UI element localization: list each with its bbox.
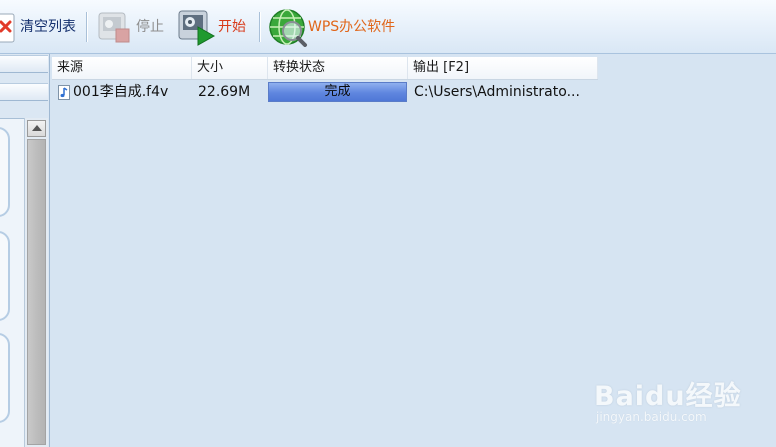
left-panel-header[interactable]	[0, 55, 48, 73]
list-header: 来源 大小 转换状态 输出 [F2]	[52, 57, 598, 80]
start-button[interactable]: 开始	[176, 6, 252, 48]
wps-office-label: WPS办公软件	[308, 19, 396, 35]
conversion-status-bar: 完成	[268, 82, 407, 102]
wps-office-button[interactable]: WPS办公软件	[266, 6, 406, 48]
app-window: 清空列表 停止 开始 WPS办公软件 来源 大小 转换状态 输出 [F2] 00…	[0, 0, 776, 447]
output-path: C:\Users\Administrato...	[414, 84, 580, 100]
category-card[interactable]	[0, 127, 10, 217]
wps-globe-icon	[269, 9, 307, 47]
file-size: 22.69M	[198, 84, 251, 100]
category-list	[0, 118, 24, 447]
table-row[interactable]: 001李自成.f4v 22.69M 完成 C:\Users\Administra…	[52, 80, 598, 104]
start-label: 开始	[218, 19, 246, 35]
clear-list-button[interactable]: 清空列表	[0, 6, 80, 48]
category-card[interactable]	[0, 231, 10, 321]
toolbar: 清空列表 停止 开始 WPS办公软件	[0, 0, 776, 54]
scroll-thumb[interactable]	[27, 139, 46, 445]
category-card[interactable]	[0, 333, 10, 423]
left-panel	[0, 54, 50, 447]
column-header-size[interactable]: 大小	[192, 57, 268, 79]
watermark-url: jingyan.baidu.com	[596, 410, 707, 424]
left-panel-header[interactable]	[0, 83, 48, 101]
start-icon	[178, 10, 216, 46]
toolbar-separator	[259, 12, 260, 42]
stop-button[interactable]: 停止	[96, 6, 168, 48]
column-header-source[interactable]: 来源	[52, 57, 192, 79]
media-file-icon	[58, 85, 70, 100]
watermark: Baidu经验 jingyan.baidu.com	[594, 368, 744, 438]
column-header-status[interactable]: 转换状态	[268, 57, 408, 79]
column-header-output[interactable]: 输出 [F2]	[408, 57, 598, 79]
stop-icon	[98, 12, 130, 43]
vertical-scrollbar[interactable]	[24, 118, 48, 447]
clear-list-icon	[0, 13, 15, 43]
scroll-up-button[interactable]	[27, 120, 46, 137]
clear-list-label: 清空列表	[20, 19, 76, 35]
watermark-brand: Baidu经验	[594, 381, 742, 412]
source-file-name: 001李自成.f4v	[73, 84, 169, 100]
stop-label: 停止	[136, 19, 164, 35]
toolbar-separator	[86, 12, 87, 42]
